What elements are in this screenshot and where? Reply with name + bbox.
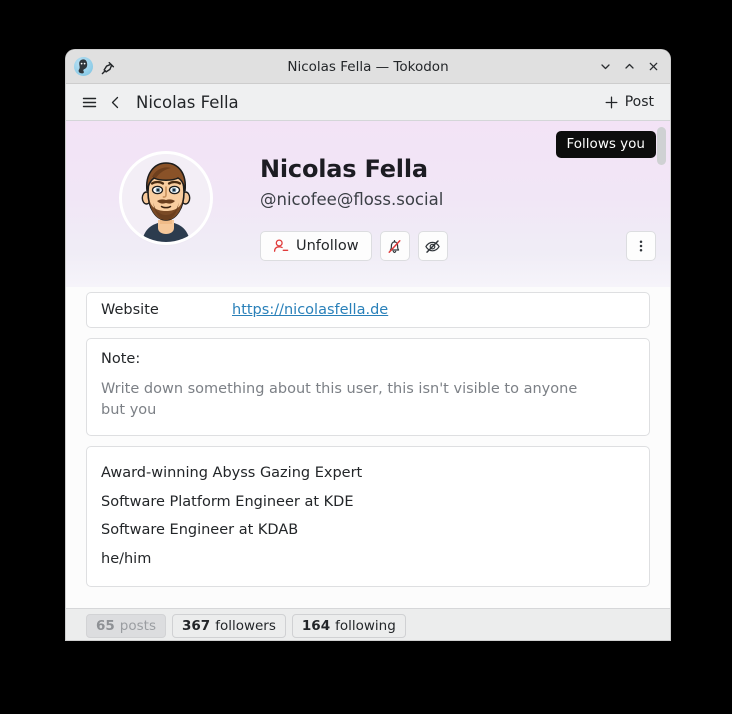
website-row: Website https://nicolasfella.de <box>87 293 649 327</box>
stat-posts[interactable]: 65 posts <box>86 614 166 638</box>
vertical-scrollbar[interactable] <box>657 125 666 604</box>
stat-followers-count: 367 <box>182 618 211 634</box>
stat-following-count: 164 <box>301 618 331 634</box>
avatar[interactable] <box>122 154 210 242</box>
stat-following[interactable]: 164 following <box>291 614 406 638</box>
stat-following-label: following <box>335 618 396 634</box>
website-card: Website https://nicolasfella.de <box>86 292 650 328</box>
minimize-icon[interactable] <box>594 56 616 78</box>
stat-followers-label: followers <box>215 618 276 634</box>
stat-followers[interactable]: 367 followers <box>172 614 286 638</box>
hamburger-menu-icon[interactable] <box>76 89 102 115</box>
bio-line: Software Engineer at KDAB <box>101 522 299 539</box>
mute-notifications-button[interactable] <box>379 231 410 261</box>
user-avatar <box>122 154 210 242</box>
note-card[interactable]: Note: Write down something about this us… <box>86 338 650 437</box>
eye-slash-icon <box>424 238 441 255</box>
page-title: Nicolas Fella <box>136 92 239 112</box>
title-bar-left-icons <box>66 57 115 76</box>
new-post-label: Post <box>624 94 654 110</box>
app-toolbar: Nicolas Fella Post <box>66 84 670 121</box>
stat-posts-count: 65 <box>96 618 115 634</box>
close-icon[interactable] <box>642 56 664 78</box>
pin-icon[interactable] <box>101 60 115 74</box>
person-remove-icon <box>273 238 289 254</box>
hide-boosts-button[interactable] <box>417 231 448 261</box>
bio-line: Software Platform Engineer at KDE <box>101 493 354 510</box>
bio-card: Award-winning Abyss Gazing Expert Softwa… <box>86 446 650 588</box>
new-post-button[interactable]: Post <box>598 91 660 113</box>
bell-slash-icon <box>386 238 403 255</box>
website-link[interactable]: https://nicolasfella.de <box>232 302 388 318</box>
back-chevron-icon[interactable] <box>102 89 128 115</box>
stat-posts-label: posts <box>119 618 156 634</box>
profile-banner: Follows you Nicolas Fella @nicofee@floss… <box>66 121 670 287</box>
unfollow-button[interactable]: Unfollow <box>260 231 372 261</box>
app-window: Nicolas Fella — Tokodon Nicolas Fella Po… <box>66 50 670 640</box>
title-bar[interactable]: Nicolas Fella — Tokodon <box>66 50 670 84</box>
plus-icon <box>604 95 619 110</box>
profile-actions: Unfollow <box>260 231 448 261</box>
profile-overflow-menu-button[interactable] <box>626 231 656 261</box>
more-vertical-icon <box>633 238 649 254</box>
unfollow-label: Unfollow <box>296 238 359 254</box>
website-label: Website <box>101 302 159 318</box>
profile-details: Website https://nicolasfella.de Note: Wr… <box>66 292 670 588</box>
window-controls <box>594 50 664 83</box>
bio-line: he/him <box>101 550 152 567</box>
account-handle: @nicofee@floss.social <box>260 190 444 210</box>
note-input-placeholder[interactable]: Write down something about this user, th… <box>101 379 591 421</box>
screen: Nicolas Fella — Tokodon Nicolas Fella Po… <box>0 0 732 714</box>
maximize-icon[interactable] <box>618 56 640 78</box>
profile-scroll-area: Follows you Nicolas Fella @nicofee@floss… <box>66 121 670 608</box>
tokodon-icon <box>74 57 93 76</box>
profile-identity: Nicolas Fella @nicofee@floss.social <box>260 155 444 210</box>
profile-stats-bar: 65 posts 367 followers 164 following <box>66 608 670 640</box>
note-label: Note: <box>101 351 141 367</box>
status-badge: Follows you <box>555 131 656 158</box>
display-name: Nicolas Fella <box>260 155 428 183</box>
bio-line: Award-winning Abyss Gazing Expert <box>101 465 363 482</box>
scrollbar-thumb[interactable] <box>657 127 666 165</box>
window-title: Nicolas Fella — Tokodon <box>287 58 449 75</box>
